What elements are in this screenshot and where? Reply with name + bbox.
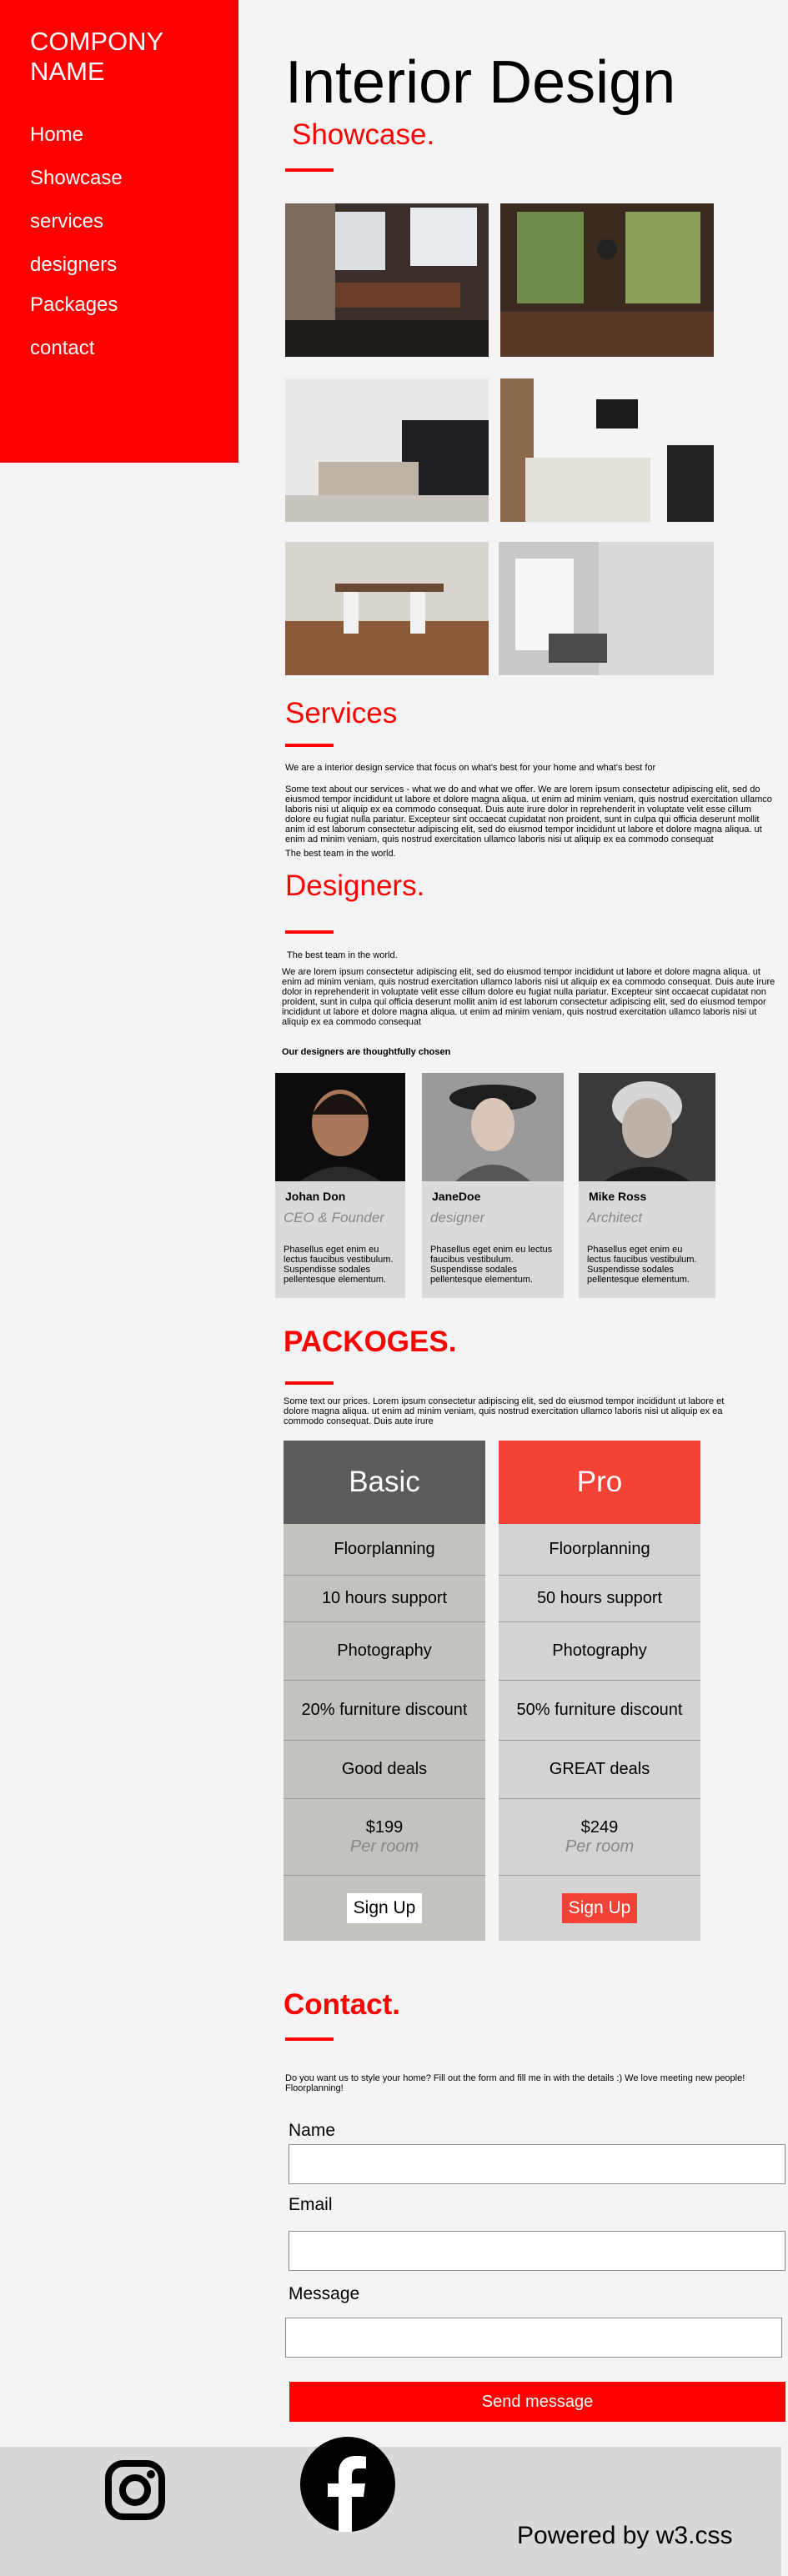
designer-role-3: Architect: [587, 1210, 643, 1225]
designer-photo-3: [579, 1073, 715, 1181]
designer-card-2: JaneDoe designer Phasellus eget enim eu …: [422, 1073, 564, 1298]
designer-desc-1: Phasellus eget enim eu lectus faucibus v…: [284, 1245, 394, 1285]
services-body: Some text about our services - what we d…: [285, 784, 772, 844]
plan-basic-action: Sign Up: [284, 1876, 485, 1941]
designer-role-1: CEO & Founder: [284, 1210, 384, 1225]
services-intro: We are a interior design service that fo…: [285, 763, 656, 773]
services-title: Services: [285, 697, 398, 729]
powered-by: Powered by w3.css: [517, 2522, 733, 2549]
designer-desc-3: Phasellus eget enim eu lectus faucibus v…: [587, 1245, 697, 1285]
brand-line-1: COMPONY: [30, 27, 164, 56]
plan-pro-signup-button[interactable]: Sign Up: [561, 1893, 638, 1923]
designers-chosen: Our designers are thoughtfully chosen: [282, 1047, 451, 1057]
message-field[interactable]: [285, 2318, 782, 2358]
page-title: Interior Design: [285, 49, 676, 116]
nav-designers[interactable]: designers: [30, 253, 208, 293]
showcase-photo-6: [499, 542, 714, 675]
title-underline: [285, 168, 334, 172]
plan-basic-feature-4: 20% furniture discount: [284, 1681, 485, 1741]
designer-role-2: designer: [430, 1210, 485, 1225]
email-field[interactable]: [289, 2231, 785, 2271]
plan-pro: Pro Floorplanning 50 hours support Photo…: [499, 1441, 700, 1941]
plan-pro-feature-5: GREAT deals: [499, 1741, 700, 1799]
showcase-photo-5: [285, 542, 489, 675]
contact-underline: [285, 2037, 334, 2041]
plan-basic-feature-1: Floorplanning: [284, 1524, 485, 1576]
nav-services[interactable]: services: [30, 210, 208, 253]
message-label: Message: [289, 2284, 360, 2303]
services-closing: The best team in the world.: [285, 849, 396, 859]
plan-basic-feature-5: Good deals: [284, 1741, 485, 1799]
plan-pro-per: Per room: [565, 1837, 635, 1856]
instagram-icon[interactable]: [105, 2460, 165, 2520]
designer-photo-2: [422, 1073, 564, 1181]
nav-contact[interactable]: contact: [30, 337, 208, 370]
contact-title: Contact.: [284, 1988, 400, 2021]
designer-name-1: Johan Don: [285, 1190, 346, 1203]
designer-name-3: Mike Ross: [589, 1190, 647, 1203]
designers-title: Designers.: [285, 870, 425, 902]
send-message-button[interactable]: Send message: [289, 2382, 785, 2422]
name-label: Name: [289, 2121, 336, 2140]
plan-pro-action: Sign Up: [499, 1876, 700, 1941]
designers-intro: The best team in the world.: [287, 950, 398, 960]
packages-intro: Some text our prices. Lorem ipsum consec…: [284, 1396, 725, 1426]
showcase-photo-1: [285, 203, 489, 357]
packages-title: PACKOGES.: [284, 1326, 457, 1358]
plan-basic-feature-3: Photography: [284, 1622, 485, 1681]
designers-underline: [285, 930, 334, 934]
designer-card-1: Johan Don CEO & Founder Phasellus eget e…: [275, 1073, 405, 1298]
name-field[interactable]: [289, 2144, 785, 2184]
plan-basic-price: $199: [365, 1817, 404, 1837]
contact-intro: Do you want us to style your home? Fill …: [285, 2073, 745, 2093]
plan-basic-per: Per room: [349, 1837, 419, 1856]
designer-photo-1: [275, 1073, 405, 1181]
showcase-subtitle: Showcase.: [292, 118, 435, 151]
facebook-icon[interactable]: [300, 2437, 395, 2532]
designer-desc-2: Phasellus eget enim eu lectus faucibus v…: [430, 1245, 553, 1285]
plan-pro-price: $249: [580, 1817, 619, 1837]
nav-home[interactable]: Home: [30, 123, 208, 167]
services-underline: [285, 744, 334, 747]
brand: COMPONY NAME: [30, 27, 208, 87]
plan-pro-feature-1: Floorplanning: [499, 1524, 700, 1576]
designers-body: We are lorem ipsum consectetur adipiscin…: [282, 967, 775, 1027]
plan-basic-name: Basic: [284, 1441, 485, 1524]
footer: Powered by w3.css: [0, 2437, 781, 2576]
showcase-photo-4: [500, 378, 714, 522]
sidebar: COMPONY NAME Home Showcase services desi…: [0, 0, 238, 463]
nav-packages[interactable]: Packages: [30, 293, 208, 337]
email-label: Email: [289, 2195, 333, 2214]
plan-basic-pricing: $199 Per room: [284, 1799, 485, 1876]
designer-name-2: JaneDoe: [432, 1190, 481, 1203]
showcase-photo-3: [285, 378, 489, 522]
plan-pro-pricing: $249 Per room: [499, 1799, 700, 1876]
plan-basic-feature-2: 10 hours support: [284, 1576, 485, 1622]
brand-line-2: NAME: [30, 57, 105, 86]
designer-card-3: Mike Ross Architect Phasellus eget enim …: [579, 1073, 715, 1298]
plan-pro-feature-4: 50% furniture discount: [499, 1681, 700, 1741]
nav-showcase[interactable]: Showcase: [30, 167, 208, 210]
plan-basic: Basic Floorplanning 10 hours support Pho…: [284, 1441, 485, 1941]
showcase-photo-2: [500, 203, 714, 357]
packages-underline: [285, 1381, 334, 1385]
plan-basic-signup-button[interactable]: Sign Up: [346, 1893, 423, 1923]
plan-pro-feature-3: Photography: [499, 1622, 700, 1681]
sidebar-nav: Home Showcase services designers Package…: [30, 123, 208, 370]
plan-pro-name: Pro: [499, 1441, 700, 1524]
plan-pro-feature-2: 50 hours support: [499, 1576, 700, 1622]
